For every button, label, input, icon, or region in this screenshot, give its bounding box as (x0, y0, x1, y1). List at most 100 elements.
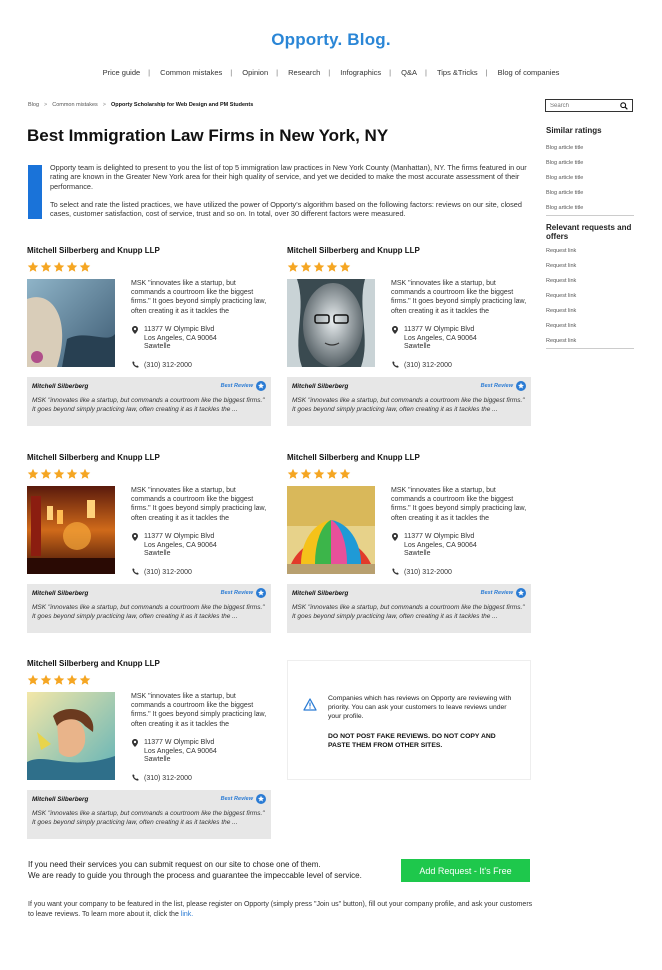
add-request-button[interactable]: Add Request - It's Free (401, 859, 530, 882)
sidebar-article-link[interactable]: Blog article title (546, 190, 634, 196)
star-icon (339, 261, 351, 272)
phone-number[interactable]: (310) 312-2000 (404, 569, 452, 576)
sidebar-article-link[interactable]: Blog article title (546, 175, 634, 181)
sidebar-request-link[interactable]: Request link (546, 263, 634, 269)
site-logo[interactable]: Opporty. Blog. (0, 30, 662, 50)
star-icon (27, 468, 39, 479)
firm-name[interactable]: Mitchell Silberberg and Knupp LLP (287, 246, 531, 255)
sidebar-request-link[interactable]: Request link (546, 248, 634, 254)
star-icon (287, 261, 299, 272)
firm-photo[interactable] (27, 279, 115, 367)
firm-photo[interactable] (27, 486, 115, 574)
review-notice: Companies which has reviews on Opporty a… (287, 660, 531, 780)
firm-photo[interactable] (287, 279, 375, 367)
address-line: 11377 W Olympic Blvd (144, 326, 215, 333)
star-icon (79, 261, 91, 272)
firm-description: MSK "innovates like a startup, but comma… (131, 280, 267, 315)
address-line: Los Angeles, CA 90064 (144, 541, 217, 549)
phone-number[interactable]: (310) 312-2000 (144, 362, 192, 369)
firm-phone[interactable]: (310) 312-2000 (391, 361, 452, 370)
sidebar-request-link[interactable]: Request link (546, 293, 634, 299)
breadcrumb-common-mistakes[interactable]: Common mistakes (52, 102, 98, 108)
firm-photo[interactable] (27, 692, 115, 780)
sidebar-divider (546, 347, 634, 349)
star-badge-icon (256, 794, 266, 804)
breadcrumb: Blog > Common mistakes > Opporty Scholar… (28, 102, 253, 108)
search-box (545, 99, 633, 112)
location-pin-icon (131, 326, 139, 335)
star-icon (66, 674, 78, 685)
sidebar-request-link[interactable]: Request link (546, 323, 634, 329)
phone-number[interactable]: (310) 312-2000 (144, 569, 192, 576)
firm-name[interactable]: Mitchell Silberberg and Knupp LLP (287, 453, 531, 462)
cta-text: If you need their services you can submi… (28, 860, 362, 881)
star-icon (53, 674, 65, 685)
firm-address: 11377 W Olympic Blvd Los Angeles, CA 9006… (131, 533, 217, 559)
page-title: Best Immigration Law Firms in New York, … (27, 126, 389, 145)
search-icon[interactable] (618, 100, 630, 111)
intro-text: Opporty team is delighted to present to … (50, 163, 531, 218)
nav-price-guide[interactable]: Price guide (93, 68, 151, 77)
address-line: Sawtelle (404, 343, 431, 351)
firm-name[interactable]: Mitchell Silberberg and Knupp LLP (27, 659, 271, 668)
firm-phone[interactable]: (310) 312-2000 (391, 568, 452, 577)
firm-name[interactable]: Mitchell Silberberg and Knupp LLP (27, 453, 271, 462)
nav-research[interactable]: Research (276, 68, 330, 77)
address-line: Los Angeles, CA 90064 (404, 541, 477, 549)
firm-address: 11377 W Olympic Blvd Los Angeles, CA 9006… (131, 739, 217, 765)
address-line: Los Angeles, CA 90064 (144, 334, 217, 342)
sidebar-divider (546, 214, 634, 216)
sidebar-request-link[interactable]: Request link (546, 278, 634, 284)
nav-infographics[interactable]: Infographics (328, 68, 391, 77)
main-nav: Price guide Common mistakes Opinion Rese… (0, 68, 662, 77)
reviewer-name: Mitchell Silberberg (32, 382, 89, 390)
cta-line: If you need their services you can submi… (28, 860, 321, 869)
address-line: Sawtelle (144, 343, 171, 351)
nav-tips-tricks[interactable]: Tips &Tricks (425, 68, 488, 77)
firm-description: MSK "innovates like a startup, but comma… (391, 280, 527, 315)
best-review-badge: Best Review (221, 588, 266, 598)
nav-blog-of-companies[interactable]: Blog of companies (486, 68, 570, 77)
nav-opinion[interactable]: Opinion (230, 68, 278, 77)
star-icon (300, 261, 312, 272)
best-review-badge: Best Review (481, 588, 526, 598)
location-pin-icon (391, 533, 399, 542)
intro-paragraph: To select and rate the listed practices,… (50, 199, 522, 219)
nav-qa[interactable]: Q&A (389, 68, 427, 77)
sidebar-request-link[interactable]: Request link (546, 308, 634, 314)
footer-link[interactable]: link. (181, 911, 193, 918)
firm-phone[interactable]: (310) 312-2000 (131, 774, 192, 783)
phone-number[interactable]: (310) 312-2000 (144, 775, 192, 782)
phone-number[interactable]: (310) 312-2000 (404, 362, 452, 369)
breadcrumb-separator: > (44, 102, 48, 108)
star-icon (66, 261, 78, 272)
sidebar-request-link[interactable]: Request link (546, 338, 634, 344)
star-icon (287, 468, 299, 479)
breadcrumb-blog[interactable]: Blog (28, 102, 39, 108)
breadcrumb-current: Opporty Scholarship for Web Design and P… (111, 102, 254, 108)
sidebar-article-link[interactable]: Blog article title (546, 160, 634, 166)
star-icon (27, 674, 39, 685)
star-icon (53, 261, 65, 272)
firm-address: 11377 W Olympic Blvd Los Angeles, CA 9006… (131, 326, 217, 352)
search-input[interactable] (546, 102, 618, 109)
firm-phone[interactable]: (310) 312-2000 (131, 568, 192, 577)
nav-common-mistakes[interactable]: Common mistakes (148, 68, 232, 77)
best-review-label: Best Review (480, 590, 513, 596)
star-rating (27, 261, 91, 273)
best-review-label: Best Review (220, 590, 253, 596)
notice-warning: DO NOT POST FAKE REVIEWS. DO NOT COPY AN… (328, 733, 496, 749)
star-rating (287, 261, 351, 273)
star-icon (40, 468, 52, 479)
firm-phone[interactable]: (310) 312-2000 (131, 361, 192, 370)
address-line: 11377 W Olympic Blvd (404, 326, 475, 333)
sidebar-article-link[interactable]: Blog article title (546, 145, 634, 151)
location-pin-icon (391, 326, 399, 335)
intro-accent-bar (28, 165, 42, 219)
star-badge-icon (516, 588, 526, 598)
firm-photo[interactable] (287, 486, 375, 574)
sidebar-article-link[interactable]: Blog article title (546, 205, 634, 211)
phone-icon (391, 361, 399, 370)
firm-name[interactable]: Mitchell Silberberg and Knupp LLP (27, 246, 271, 255)
star-icon (40, 674, 52, 685)
